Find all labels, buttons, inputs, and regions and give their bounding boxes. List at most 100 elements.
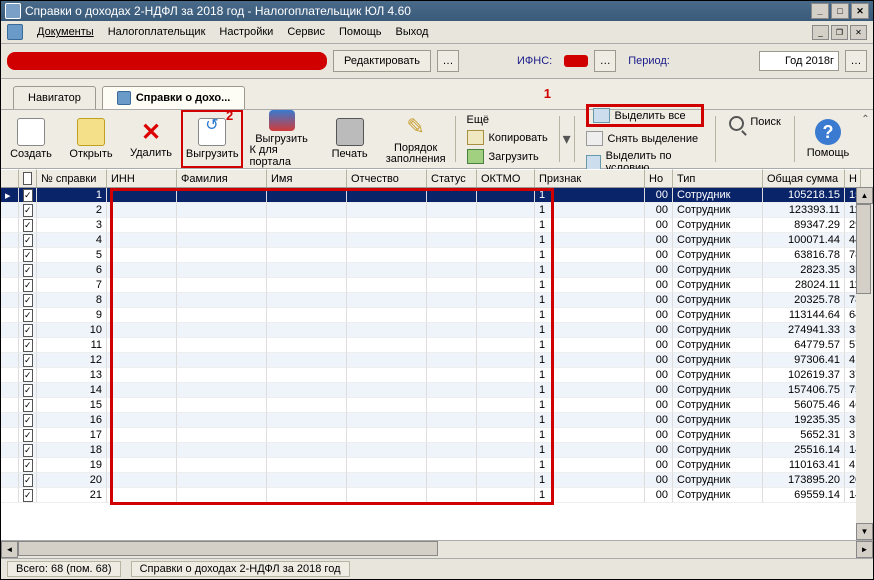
- col-type[interactable]: Тип: [673, 169, 763, 187]
- row-checkbox[interactable]: ✓: [23, 309, 33, 322]
- scroll-right-button[interactable]: ►: [856, 541, 873, 558]
- mdi-minimize[interactable]: _: [812, 25, 829, 40]
- row-checkbox[interactable]: ✓: [23, 234, 33, 247]
- browse-ifns-button[interactable]: …: [594, 50, 616, 72]
- row-checkbox[interactable]: ✓: [23, 354, 33, 367]
- copy-button[interactable]: Копировать: [467, 130, 548, 145]
- deselect-button[interactable]: Снять выделение: [586, 131, 705, 146]
- table-row[interactable]: ✓13100Сотрудник102619.3737: [1, 368, 873, 383]
- open-button[interactable]: Открыть: [61, 110, 121, 168]
- table-row[interactable]: ✓11100Сотрудник64779.5757: [1, 338, 873, 353]
- table-cell: [107, 323, 177, 338]
- col-inn[interactable]: ИНН: [107, 169, 177, 187]
- scroll-thumb-h[interactable]: [18, 541, 438, 556]
- mdi-close[interactable]: ✕: [850, 25, 867, 40]
- col-nom[interactable]: Но: [645, 169, 673, 187]
- table-row[interactable]: ✓17100Сотрудник5652.3131: [1, 428, 873, 443]
- select-all-button[interactable]: Выделить все: [593, 108, 698, 123]
- scroll-down-button[interactable]: ▼: [856, 523, 873, 540]
- edit-button[interactable]: Редактировать: [333, 50, 431, 72]
- table-row[interactable]: ▸✓1100Сотрудник105218.1515: [1, 188, 873, 203]
- maximize-button[interactable]: □: [831, 3, 849, 19]
- col-number[interactable]: № справки: [37, 169, 107, 187]
- export-portal-button[interactable]: ВыгрузитьК для портала: [243, 110, 319, 168]
- minimize-button[interactable]: _: [811, 3, 829, 19]
- table-row[interactable]: ✓19100Сотрудник110163.4141: [1, 458, 873, 473]
- table-row[interactable]: ✓21100Сотрудник69559.1414: [1, 488, 873, 503]
- menu-taxpayer[interactable]: Налогоплательщик: [108, 26, 206, 38]
- create-button[interactable]: Создать: [1, 110, 61, 168]
- menu-settings[interactable]: Настройки: [219, 26, 273, 38]
- row-checkbox[interactable]: ✓: [23, 459, 33, 472]
- browse-org-button[interactable]: …: [437, 50, 459, 72]
- scroll-up-button[interactable]: ▲: [856, 187, 873, 204]
- table-row[interactable]: ✓6100Сотрудник2823.3535: [1, 263, 873, 278]
- mdi-restore[interactable]: ❐: [831, 25, 848, 40]
- row-checkbox[interactable]: ✓: [23, 219, 33, 232]
- col-n[interactable]: Н: [845, 169, 861, 187]
- col-marker[interactable]: [1, 169, 19, 187]
- fill-order-button[interactable]: ✎Порядокзаполнения: [380, 110, 452, 168]
- row-checkbox[interactable]: ✓: [23, 189, 33, 202]
- collapse-icon[interactable]: ⌃: [861, 114, 869, 125]
- delete-button[interactable]: ✕Удалить: [121, 110, 181, 168]
- row-checkbox[interactable]: ✓: [23, 429, 33, 442]
- row-checkbox[interactable]: ✓: [23, 339, 33, 352]
- row-checkbox[interactable]: ✓: [23, 264, 33, 277]
- browse-period-button[interactable]: …: [845, 50, 867, 72]
- table-row[interactable]: ✓10100Сотрудник274941.3333: [1, 323, 873, 338]
- col-status[interactable]: Статус: [427, 169, 477, 187]
- row-checkbox[interactable]: ✓: [23, 384, 33, 397]
- export-button[interactable]: ↺Выгрузить: [181, 110, 243, 168]
- chevron-down-icon[interactable]: ▾: [563, 129, 571, 149]
- close-button[interactable]: ✕: [851, 3, 869, 19]
- table-row[interactable]: ✓12100Сотрудник97306.4141: [1, 353, 873, 368]
- tab-certificates[interactable]: Справки о дохо...: [102, 86, 245, 109]
- table-row[interactable]: ✓7100Сотрудник28024.1111: [1, 278, 873, 293]
- menu-service[interactable]: Сервис: [287, 26, 325, 38]
- table-row[interactable]: ✓15100Сотрудник56075.4646: [1, 398, 873, 413]
- tab-navigator[interactable]: Навигатор: [13, 86, 96, 109]
- menu-help[interactable]: Помощь: [339, 26, 382, 38]
- row-checkbox[interactable]: ✓: [23, 444, 33, 457]
- row-checkbox[interactable]: ✓: [23, 399, 33, 412]
- row-checkbox[interactable]: ✓: [23, 324, 33, 337]
- col-sum[interactable]: Общая сумма: [763, 169, 845, 187]
- scroll-thumb-v[interactable]: [856, 204, 871, 294]
- table-row[interactable]: ✓2100Сотрудник123393.1111: [1, 203, 873, 218]
- table-row[interactable]: ✓5100Сотрудник63816.7878: [1, 248, 873, 263]
- horizontal-scrollbar[interactable]: ◄ ►: [1, 540, 873, 558]
- col-priznak[interactable]: Признак: [535, 169, 645, 187]
- header-checkbox[interactable]: [23, 172, 32, 185]
- col-name[interactable]: Имя: [267, 169, 347, 187]
- row-checkbox[interactable]: ✓: [23, 489, 33, 502]
- table-row[interactable]: ✓9100Сотрудник113144.6464: [1, 308, 873, 323]
- row-checkbox[interactable]: ✓: [23, 414, 33, 427]
- menu-exit[interactable]: Выход: [396, 26, 429, 38]
- table-cell: [1, 488, 19, 503]
- help-button[interactable]: ?Помощь: [798, 110, 858, 168]
- table-row[interactable]: ✓16100Сотрудник19235.3535: [1, 413, 873, 428]
- scroll-left-button[interactable]: ◄: [1, 541, 18, 558]
- col-patronym[interactable]: Отчество: [347, 169, 427, 187]
- col-check[interactable]: [19, 169, 37, 187]
- row-checkbox[interactable]: ✓: [23, 279, 33, 292]
- table-row[interactable]: ✓18100Сотрудник25516.1414: [1, 443, 873, 458]
- row-checkbox[interactable]: ✓: [23, 204, 33, 217]
- col-surname[interactable]: Фамилия: [177, 169, 267, 187]
- menu-documents[interactable]: Документы: [37, 26, 94, 38]
- table-row[interactable]: ✓20100Сотрудник173895.2020: [1, 473, 873, 488]
- print-button[interactable]: Печать: [320, 110, 380, 168]
- row-checkbox[interactable]: ✓: [23, 369, 33, 382]
- search-button[interactable]: Поиск: [719, 110, 791, 168]
- table-row[interactable]: ✓8100Сотрудник20325.7878: [1, 293, 873, 308]
- row-checkbox[interactable]: ✓: [23, 294, 33, 307]
- row-checkbox[interactable]: ✓: [23, 249, 33, 262]
- col-oktmo[interactable]: ОКТМО: [477, 169, 535, 187]
- table-row[interactable]: ✓4100Сотрудник100071.4444: [1, 233, 873, 248]
- table-row[interactable]: ✓3100Сотрудник89347.2929: [1, 218, 873, 233]
- row-checkbox[interactable]: ✓: [23, 474, 33, 487]
- vertical-scrollbar[interactable]: ▲ ▼: [856, 187, 873, 540]
- table-row[interactable]: ✓14100Сотрудник157406.7575: [1, 383, 873, 398]
- load-button[interactable]: Загрузить: [467, 149, 548, 164]
